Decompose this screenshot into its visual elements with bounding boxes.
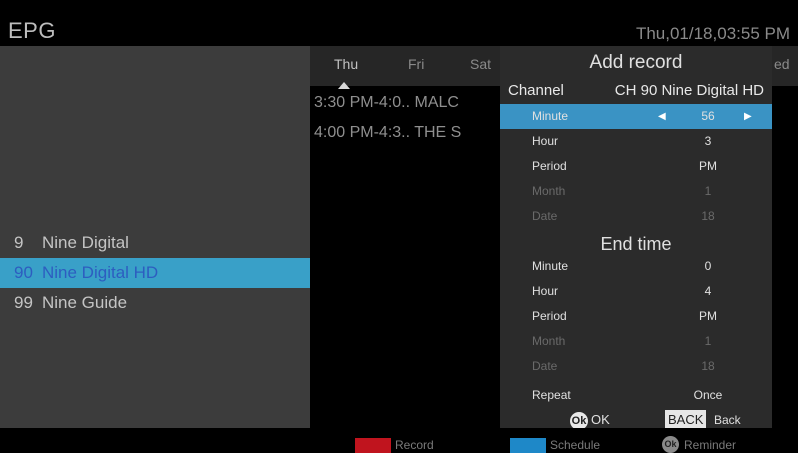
tab-fri[interactable]: Fri	[408, 56, 424, 72]
end-minute-row[interactable]: Minute 0	[500, 254, 772, 279]
arrow-right-icon[interactable]: ▶	[744, 104, 752, 129]
start-minute-row[interactable]: Minute ◀ 56 ▶	[500, 104, 772, 129]
row-label: Date	[532, 209, 558, 223]
programme-item[interactable]: 3:30 PM-4:0.. MALC	[314, 94, 459, 112]
end-hour-row[interactable]: Hour 4	[500, 279, 772, 304]
ok-label: OK	[591, 412, 610, 427]
record-legend: Record	[395, 438, 434, 452]
dialog-title: Add record	[589, 52, 683, 73]
channel-number: 99	[14, 293, 33, 312]
row-label: Period	[532, 159, 567, 173]
row-label: Month	[532, 184, 566, 198]
reminder-legend: Reminder	[684, 438, 737, 452]
start-month-row: Month 1	[500, 179, 772, 204]
selected-day-marker-icon	[338, 82, 350, 89]
end-time-heading: End time	[600, 234, 672, 254]
row-value: 1	[704, 184, 712, 198]
row-label: Minute	[532, 259, 569, 273]
add-record-dialog: Add record Channel CH 90 Nine Digital HD…	[500, 46, 772, 430]
back-button[interactable]: BACK	[665, 410, 707, 429]
channel-item-selected[interactable]: 90 Nine Digital HD	[0, 258, 310, 288]
day-tabs: Thu Fri Sat	[310, 46, 500, 89]
row-value: PM	[699, 159, 717, 173]
tab-sat[interactable]: Sat	[470, 56, 491, 72]
blue-key-icon	[510, 438, 546, 453]
programme-title: MALC	[414, 94, 459, 111]
programme-time: 3:30 PM-4:0..	[314, 94, 411, 111]
row-value: 0	[704, 259, 712, 273]
channel-item[interactable]: 99 Nine Guide	[0, 288, 310, 318]
end-period-row[interactable]: Period PM	[500, 304, 772, 329]
row-value: 1	[704, 334, 712, 348]
row-value: PM	[699, 309, 717, 323]
end-date-row: Date 18	[500, 354, 772, 379]
red-key-icon	[355, 438, 391, 453]
tab-thu[interactable]: Thu	[334, 56, 358, 72]
row-label: Hour	[532, 134, 559, 148]
channel-name: Nine Digital HD	[42, 263, 159, 282]
row-value: 18	[701, 359, 715, 373]
channel-label: Channel	[508, 82, 564, 99]
channel-value: CH 90 Nine Digital HD	[614, 82, 764, 99]
arrow-left-icon[interactable]: ◀	[658, 104, 666, 129]
start-hour-row[interactable]: Hour 3	[500, 129, 772, 154]
end-month-row: Month 1	[500, 329, 772, 354]
row-label: Date	[532, 359, 558, 373]
row-value: Once	[693, 388, 723, 402]
row-value: 18	[701, 209, 715, 223]
top-strip	[0, 0, 798, 14]
start-period-row[interactable]: Period PM	[500, 154, 772, 179]
programme-time: 4:00 PM-4:3..	[314, 124, 411, 141]
programme-item[interactable]: 4:00 PM-4:3.. THE S	[314, 124, 461, 142]
channel-item[interactable]: 9 Nine Digital	[0, 228, 310, 258]
row-value: 4	[704, 284, 712, 298]
channel-name: Nine Guide	[42, 293, 128, 312]
back-label: Back	[714, 413, 741, 427]
page-title: EPG	[8, 18, 56, 43]
row-label: Month	[532, 334, 566, 348]
row-label: Minute	[532, 109, 569, 123]
ok-key-icon: Ok	[662, 436, 679, 453]
row-label: Repeat	[532, 388, 571, 402]
row-label: Period	[532, 309, 567, 323]
channel-list: 9 Nine Digital 90 Nine Digital HD 99 Nine G…	[0, 46, 310, 428]
schedule-legend: Schedule	[550, 438, 601, 452]
day-overflow-text: ed	[774, 56, 790, 72]
clock: Thu,01/18,03:55 PM	[635, 24, 790, 43]
channel-number: 9	[14, 233, 24, 252]
row-label: Hour	[532, 284, 559, 298]
repeat-row[interactable]: Repeat Once	[500, 383, 772, 408]
day-tab-overflow: ed	[772, 46, 798, 86]
channel-number: 90	[14, 263, 33, 282]
channel-name: Nine Digital	[42, 233, 129, 252]
programme-title: THE S	[414, 124, 462, 141]
row-value: 3	[704, 134, 712, 148]
start-date-row: Date 18	[500, 204, 772, 229]
row-value: 56	[701, 109, 715, 123]
